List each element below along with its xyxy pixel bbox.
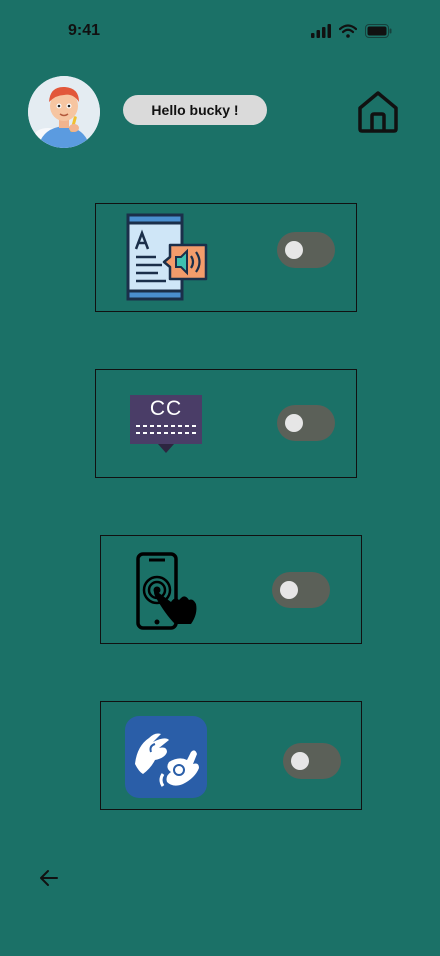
toggle-knob — [280, 581, 298, 599]
toggle-knob — [285, 414, 303, 432]
status-time: 9:41 — [68, 22, 101, 39]
feature-card-sign-language[interactable] — [100, 701, 362, 810]
feature-card-closed-captions[interactable]: CC — [95, 369, 357, 478]
avatar[interactable] — [28, 76, 100, 148]
status-icons — [311, 24, 392, 38]
toggle-knob — [285, 241, 303, 259]
feature-card-text-to-speech[interactable] — [95, 203, 357, 312]
home-button[interactable] — [356, 88, 400, 134]
back-button[interactable] — [36, 866, 62, 890]
sign-language-toggle[interactable] — [283, 743, 341, 779]
text-to-speech-toggle[interactable] — [277, 232, 335, 268]
cellular-signal-icon — [311, 24, 331, 38]
home-icon — [358, 91, 398, 133]
touch-screen-icon — [136, 552, 197, 630]
sign-language-icon — [125, 716, 207, 798]
closed-captions-label: CC — [149, 397, 183, 420]
greeting-label: Hello bucky ! — [123, 95, 267, 125]
toggle-knob — [291, 752, 309, 770]
closed-captions-icon: CC — [130, 395, 202, 455]
back-arrow-icon — [40, 870, 58, 886]
feature-card-touch-screen[interactable] — [100, 535, 362, 644]
battery-icon — [365, 24, 392, 38]
wifi-icon — [339, 24, 357, 38]
text-to-speech-icon — [126, 213, 208, 301]
avatar-illustration — [28, 76, 100, 148]
closed-captions-toggle[interactable] — [277, 405, 335, 441]
touch-screen-toggle[interactable] — [272, 572, 330, 608]
